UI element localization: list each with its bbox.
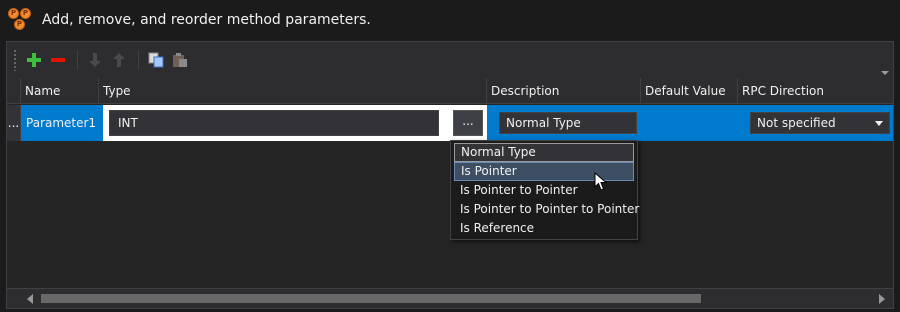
horizontal-scrollbar[interactable]: [7, 288, 893, 308]
dropdown-option-is-reference[interactable]: Is Reference: [454, 219, 634, 238]
cell-type-editor: INT ...: [103, 105, 487, 141]
add-parameter-button[interactable]: [23, 49, 45, 71]
move-down-button[interactable]: [84, 49, 106, 71]
column-header-name[interactable]: Name: [21, 78, 99, 104]
chevron-down-icon[interactable]: [875, 121, 883, 126]
dialog-header: P P P Add, remove, and reorder method pa…: [0, 0, 900, 40]
move-up-button[interactable]: [108, 49, 130, 71]
description-dropdown-list: Normal Type Is Pointer Is Pointer to Poi…: [450, 140, 639, 240]
move-down-icon: [89, 53, 101, 67]
toolbar-separator: [138, 50, 139, 70]
grid-header-row: Name Type Description Default Value RPC …: [7, 78, 893, 104]
cell-default-value[interactable]: [641, 105, 738, 141]
copy-icon: [148, 52, 164, 68]
toolbar: [7, 42, 893, 78]
toolbar-separator: [77, 50, 78, 70]
type-browse-button[interactable]: ...: [453, 110, 483, 136]
header-title: Add, remove, and reorder method paramete…: [42, 12, 371, 28]
rpc-direction-combo-value: Not specified: [757, 116, 836, 130]
paste-button[interactable]: [169, 49, 191, 71]
toolbar-grip[interactable]: [13, 49, 17, 71]
logo-dot: P: [8, 8, 19, 19]
copy-button[interactable]: [145, 49, 167, 71]
mouse-cursor-icon: [594, 172, 608, 191]
row-header[interactable]: ...: [7, 105, 21, 141]
rpc-direction-combo[interactable]: Not specified: [750, 112, 890, 134]
dropdown-option-normal-type[interactable]: Normal Type: [454, 143, 634, 162]
type-input[interactable]: INT: [109, 110, 439, 136]
table-row[interactable]: ... Parameter1 INT ... Normal Type Not s…: [7, 105, 893, 141]
description-combo-value: Normal Type: [506, 116, 581, 130]
paste-icon: [173, 53, 187, 67]
cell-rpc-direction[interactable]: Not specified: [738, 105, 893, 141]
scrollbar-thumb[interactable]: [41, 294, 701, 303]
dialog-frame: P P P Add, remove, and reorder method pa…: [0, 0, 900, 312]
logo-dot: P: [20, 8, 31, 19]
scroll-left-icon[interactable]: [27, 294, 33, 304]
app-logo-icon: P P P: [8, 8, 32, 32]
column-header-rpc-direction[interactable]: RPC Direction: [738, 78, 893, 104]
cell-name[interactable]: Parameter1: [21, 105, 99, 141]
description-combo[interactable]: Normal Type: [499, 112, 654, 134]
scroll-right-icon[interactable]: [879, 294, 885, 304]
column-header-type[interactable]: Type: [99, 78, 487, 104]
remove-icon: [51, 58, 65, 62]
logo-dot: P: [14, 19, 25, 30]
toolbar-overflow-icon[interactable]: [881, 71, 889, 75]
move-up-icon: [113, 53, 125, 67]
cell-description[interactable]: Normal Type: [487, 105, 654, 141]
column-header-default-value[interactable]: Default Value: [641, 78, 738, 104]
row-header-corner: [7, 78, 21, 104]
remove-parameter-button[interactable]: [47, 49, 69, 71]
dropdown-option-is-pointer-to-pointer-to-pointer[interactable]: Is Pointer to Pointer to Pointer: [454, 200, 639, 219]
column-header-description[interactable]: Description: [487, 78, 641, 104]
add-icon: [27, 53, 41, 67]
